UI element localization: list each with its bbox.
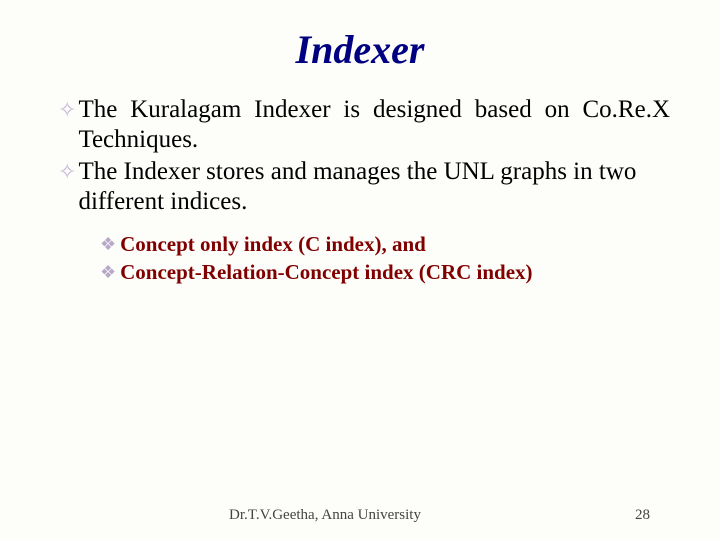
page-number: 28 (635, 507, 650, 524)
diamond-icon: ❖ (100, 231, 116, 257)
bullet-item: ✧ The Indexer stores and manages the UNL… (58, 157, 670, 217)
sub-bullet-item: ❖ Concept-Relation-Concept index (CRC in… (100, 259, 670, 285)
footer: Dr.T.V.Geetha, Anna University 28 (0, 507, 720, 524)
diamond-icon: ✧ (58, 157, 76, 187)
footer-author: Dr.T.V.Geetha, Anna University (0, 507, 650, 524)
sub-bullet-item: ❖ Concept only index (C index), and (100, 231, 670, 257)
slide-title: Indexer (50, 26, 670, 73)
diamond-icon: ✧ (58, 95, 76, 125)
sub-bullet-group: ❖ Concept only index (C index), and ❖ Co… (100, 231, 670, 285)
sub-bullet-text: Concept-Relation-Concept index (CRC inde… (120, 259, 532, 285)
bullet-text: The Kuralagam Indexer is designed based … (78, 95, 670, 155)
bullet-item: ✧ The Kuralagam Indexer is designed base… (58, 95, 670, 155)
slide: Indexer ✧ The Kuralagam Indexer is desig… (0, 0, 720, 540)
diamond-icon: ❖ (100, 259, 116, 285)
bullet-text: The Indexer stores and manages the UNL g… (78, 157, 670, 217)
sub-bullet-text: Concept only index (C index), and (120, 231, 426, 257)
